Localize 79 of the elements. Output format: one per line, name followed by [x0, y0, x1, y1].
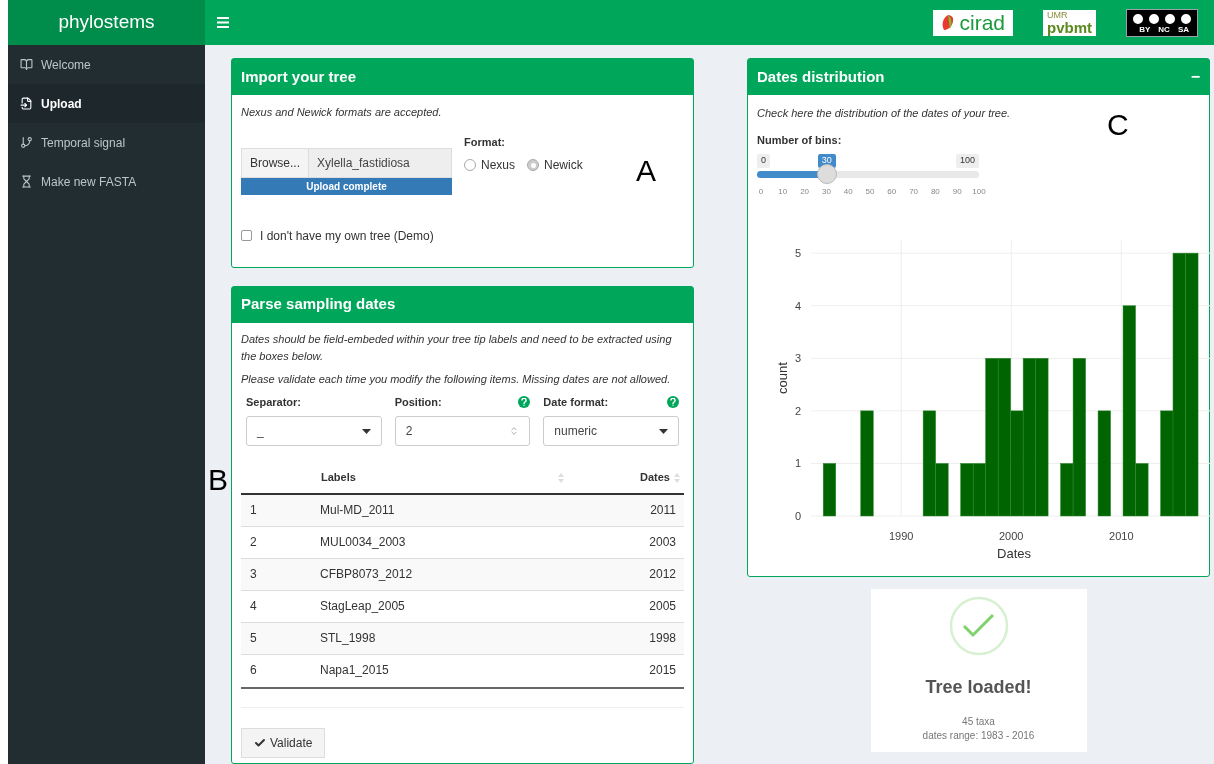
annotation-letter: B [208, 465, 228, 495]
checkbox[interactable] [241, 230, 252, 241]
table-row[interactable]: 1 Mul-MD_2011 2011 [241, 494, 684, 526]
license-text: SA [1177, 25, 1189, 34]
table-cell: STL_1998 [311, 622, 564, 654]
table-cell: 2003 [564, 526, 684, 558]
hourglass-icon [20, 175, 33, 188]
license-icon [1131, 11, 1145, 26]
menu-icon[interactable] [217, 17, 229, 28]
help-icon[interactable] [667, 395, 679, 408]
instruction-text: Dates should be field-embeded within your tree tip labels and need to be extracted using the boxes below. [241, 331, 673, 364]
format-note: Nexus and Newick formats are accepted. [241, 105, 443, 120]
browse-button[interactable]: Browse... [241, 147, 309, 178]
table-cell: 5 [241, 622, 311, 654]
sidebar-item[interactable]: Welcome [8, 45, 205, 84]
spinner-icon[interactable] [509, 426, 520, 436]
table-cell: Napa1_2015 [311, 654, 564, 686]
format-radio[interactable]: Newick [527, 156, 583, 174]
status-detail: 45 taxa [962, 715, 995, 729]
format-radio[interactable]: Nexus [464, 156, 516, 174]
table-cell: Mul-MD_2011 [311, 494, 564, 526]
panel-title: Import your tree [241, 66, 357, 87]
table-cell: 2005 [564, 590, 684, 622]
column-header[interactable]: Labels [321, 469, 356, 486]
caret-icon [659, 428, 668, 434]
select-field[interactable]: numeric [543, 416, 679, 446]
format-label: Format: [464, 134, 506, 150]
table-row[interactable]: 2 MUL0034_2003 2003 [241, 526, 684, 558]
field-label: Position: [394, 394, 442, 410]
table-cell: 1 [241, 494, 311, 526]
table-cell: StagLeap_2005 [311, 590, 564, 622]
branch-icon [20, 136, 33, 149]
sidebar-item[interactable]: Make new FASTA [8, 162, 205, 201]
caret-icon [361, 428, 371, 434]
app-title[interactable]: phylostems [58, 8, 155, 37]
check-icon [254, 737, 266, 749]
license-text: NC [1158, 25, 1170, 34]
column-header[interactable]: Dates [640, 469, 670, 486]
sort-icon [558, 472, 564, 483]
table-cell: 4 [241, 590, 311, 622]
status-detail: dates range: 1983 - 2016 [922, 729, 1035, 743]
instruction-text: Please validate each time you modify the following items. Missing dates are not allowed. [241, 371, 672, 387]
table-cell: MUL0034_2003 [311, 526, 564, 558]
table-cell: CFBP8073_2012 [311, 558, 564, 590]
license-icon [1163, 11, 1177, 26]
demo-checkbox-row[interactable]: I don't have my own tree (Demo) [241, 226, 684, 245]
logo-text: UMR [1047, 10, 1069, 20]
table-row[interactable]: 3 CFBP8073_2012 2012 [241, 558, 684, 590]
logo-text: cirad [959, 12, 1005, 33]
table-cell: 2 [241, 526, 311, 558]
help-icon[interactable] [518, 395, 531, 408]
table-cell: 3 [241, 558, 311, 590]
table-row[interactable]: 4 StagLeap_2005 2005 [241, 590, 684, 622]
sidebar-item[interactable]: Temporal signal [8, 123, 205, 162]
table-row[interactable]: 5 STL_1998 1998 [241, 622, 684, 654]
panel-title: Parse sampling dates [241, 294, 396, 315]
file-name-field[interactable]: Xylella_fastidiosa [309, 147, 452, 178]
select-field[interactable]: _ [246, 416, 382, 446]
table-cell: 1998 [564, 622, 684, 654]
license-icon [1179, 11, 1193, 26]
status-title: Tree loaded! [925, 676, 1032, 699]
table-cell: 2011 [564, 494, 684, 526]
table-cell: 2015 [564, 654, 684, 686]
book-icon [20, 58, 33, 71]
table-cell: 2012 [564, 558, 684, 590]
sort-icon [674, 472, 680, 483]
license-icon [1147, 11, 1161, 26]
number-field[interactable]: 2 [394, 416, 531, 446]
table-cell: 6 [241, 654, 311, 686]
validate-button[interactable]: Validate [241, 728, 326, 758]
sidebar-item[interactable]: Upload [8, 84, 205, 123]
license-text: BY [1139, 25, 1151, 34]
leaf-icon [941, 13, 956, 32]
field-label: Date format: [543, 394, 609, 410]
logo-text: pvbmt [1047, 19, 1092, 35]
success-check-icon [948, 596, 1009, 656]
file-import-icon [20, 97, 33, 110]
field-label: Separator: [246, 394, 302, 410]
annotation-letter: A [636, 156, 656, 186]
